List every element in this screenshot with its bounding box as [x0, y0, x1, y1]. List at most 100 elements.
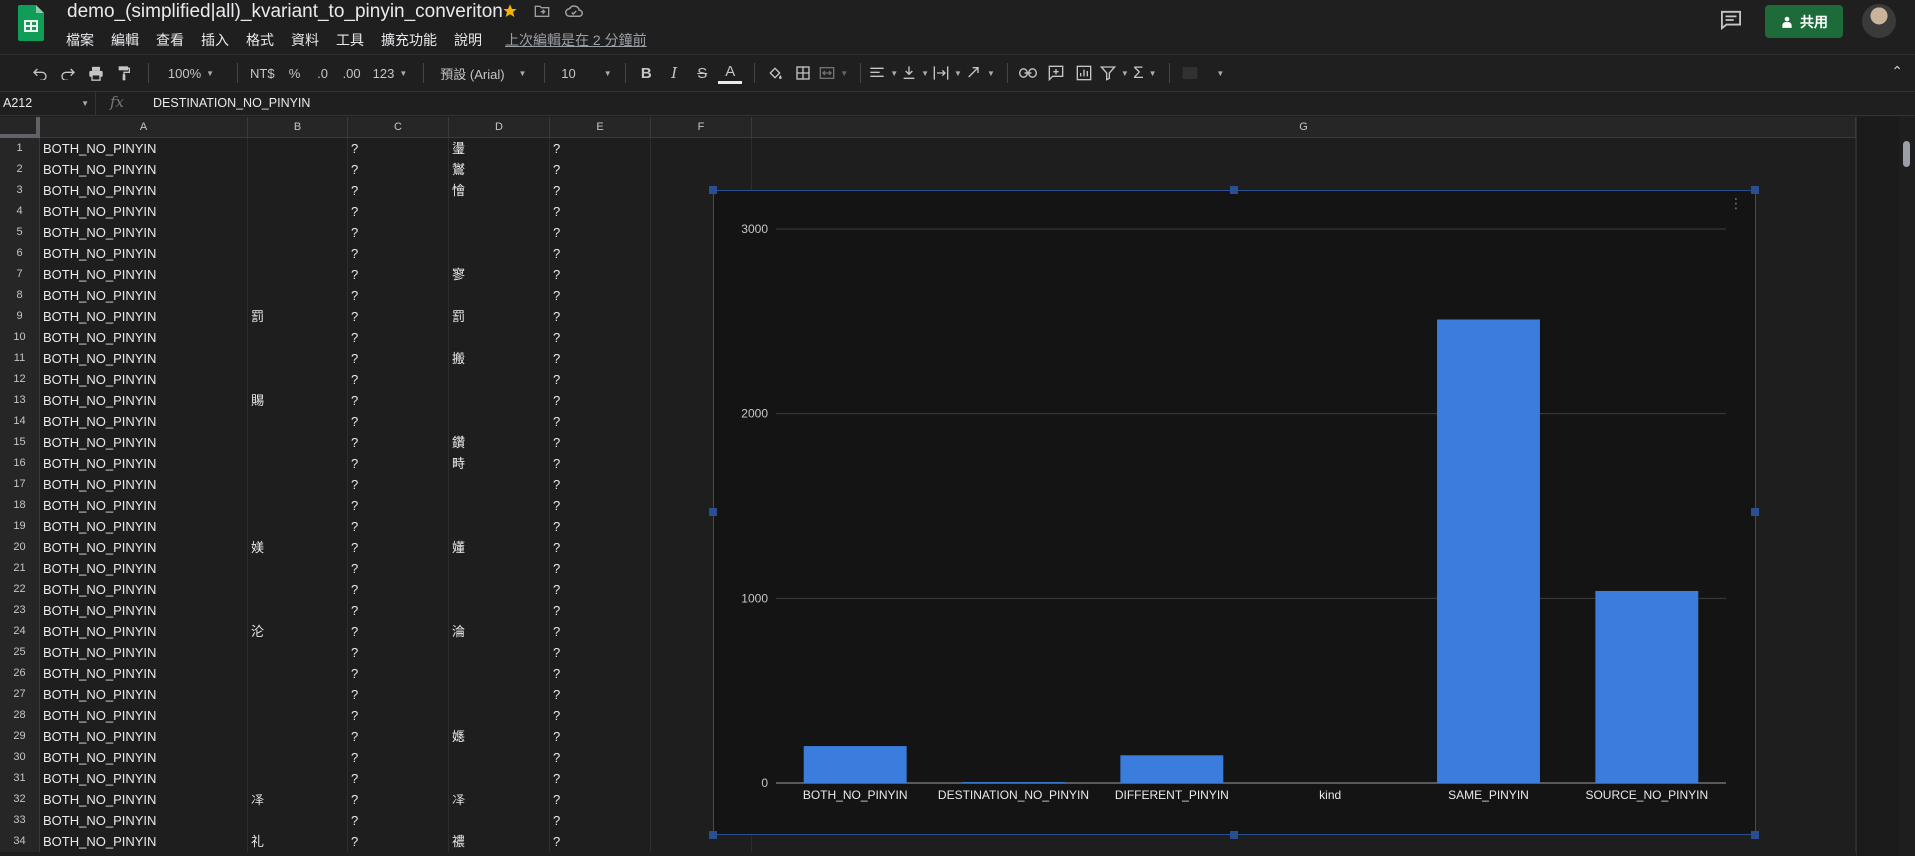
cell-d[interactable]: 禯	[449, 831, 550, 852]
cell-e[interactable]: ?	[550, 579, 651, 600]
cell-c[interactable]: ?	[348, 348, 449, 369]
cell-b[interactable]: 𪞒	[248, 516, 348, 537]
cell-a[interactable]: BOTH_NO_PINYIN	[40, 516, 248, 537]
cell-a[interactable]: BOTH_NO_PINYIN	[40, 558, 248, 579]
cell-b[interactable]: 𪞜	[248, 768, 348, 789]
empty-cell[interactable]	[651, 138, 752, 159]
cell-e[interactable]: ?	[550, 222, 651, 243]
column-header-a[interactable]: A	[40, 117, 248, 138]
row-number[interactable]: 25	[0, 642, 40, 663]
functions-icon[interactable]: Σ ▼	[1133, 59, 1157, 87]
strikethrough-button[interactable]: S	[690, 59, 714, 87]
cell-c[interactable]: ?	[348, 537, 449, 558]
empty-cell[interactable]	[651, 159, 752, 180]
cell-e[interactable]: ?	[550, 243, 651, 264]
star-icon[interactable]	[500, 1, 520, 21]
cell-c[interactable]: ?	[348, 201, 449, 222]
cell-c[interactable]: ?	[348, 516, 449, 537]
cell-c[interactable]: ?	[348, 327, 449, 348]
cell-a[interactable]: BOTH_NO_PINYIN	[40, 138, 248, 159]
row-number[interactable]: 34	[0, 831, 40, 852]
cell-d[interactable]: 鸑	[449, 159, 550, 180]
row-number[interactable]: 20	[0, 537, 40, 558]
cell-c[interactable]: ?	[348, 810, 449, 831]
row-number[interactable]: 28	[0, 705, 40, 726]
row-number[interactable]: 21	[0, 558, 40, 579]
cell-e[interactable]: ?	[550, 600, 651, 621]
cell-b[interactable]: 𪞞	[248, 810, 348, 831]
merge-cells-icon[interactable]: ▼	[819, 59, 848, 87]
resize-handle[interactable]	[1751, 831, 1759, 839]
cell-e[interactable]: ?	[550, 306, 651, 327]
menu-tools[interactable]: 工具	[336, 30, 371, 50]
insert-chart-icon[interactable]	[1072, 59, 1096, 87]
borders-icon[interactable]	[791, 59, 815, 87]
cell-a[interactable]: BOTH_NO_PINYIN	[40, 579, 248, 600]
share-button[interactable]: 共用	[1765, 5, 1843, 38]
cell-d[interactable]: 嬞	[449, 537, 550, 558]
row-number[interactable]: 16	[0, 453, 40, 474]
cell-b[interactable]: 𪞇	[248, 264, 348, 285]
cell-d[interactable]: 𪞞	[449, 810, 550, 831]
cell-e[interactable]: ?	[550, 474, 651, 495]
resize-handle[interactable]	[709, 831, 717, 839]
cell-b[interactable]: 沦	[248, 621, 348, 642]
cell-c[interactable]: ?	[348, 600, 449, 621]
row-number[interactable]: 22	[0, 579, 40, 600]
menu-view[interactable]: 查看	[156, 30, 191, 50]
cell-d[interactable]: 淪	[449, 621, 550, 642]
menu-edit[interactable]: 編輯	[111, 30, 146, 50]
cell-d[interactable]: 𪞝	[449, 789, 550, 810]
percent-format-button[interactable]: %	[283, 59, 307, 87]
row-number[interactable]: 24	[0, 621, 40, 642]
cell-c[interactable]: ?	[348, 222, 449, 243]
vertical-align-icon[interactable]: ▼	[902, 59, 929, 87]
cell-e[interactable]: ?	[550, 747, 651, 768]
empty-cell[interactable]	[752, 138, 1856, 159]
cell-a[interactable]: BOTH_NO_PINYIN	[40, 348, 248, 369]
cell-e[interactable]: ?	[550, 831, 651, 852]
cell-e[interactable]: ?	[550, 621, 651, 642]
cell-e[interactable]: ?	[550, 411, 651, 432]
cell-e[interactable]: ?	[550, 495, 651, 516]
cloud-status-icon[interactable]	[564, 1, 584, 21]
menu-data[interactable]: 資料	[291, 30, 326, 50]
comments-icon[interactable]	[1720, 10, 1746, 32]
cell-e[interactable]: ?	[550, 138, 651, 159]
bar-chart[interactable]: 0 1000 2000 3000 BOTH_NO_PINYIN DESTINATION_N…	[713, 190, 1756, 835]
cell-e[interactable]: ?	[550, 159, 651, 180]
cell-b[interactable]: 𪞚	[248, 726, 348, 747]
cell-d[interactable]: 𪞒	[449, 516, 550, 537]
cell-d[interactable]: 搬	[449, 348, 550, 369]
cell-c[interactable]: ?	[348, 684, 449, 705]
cell-a[interactable]: BOTH_NO_PINYIN	[40, 684, 248, 705]
cell-b[interactable]: 𪞋	[248, 369, 348, 390]
more-formats-select[interactable]: 123 ▼	[369, 59, 412, 87]
cell-d[interactable]: 罰	[449, 306, 550, 327]
column-header-g[interactable]: G	[752, 117, 1856, 138]
cell-c[interactable]: ?	[348, 243, 449, 264]
cell-a[interactable]: BOTH_NO_PINYIN	[40, 621, 248, 642]
row-number[interactable]: 14	[0, 411, 40, 432]
decrease-decimal-button[interactable]: .0	[311, 59, 335, 87]
cell-b[interactable]: 罰	[248, 306, 348, 327]
chart-menu-icon[interactable]: ⋮	[1729, 195, 1743, 212]
avatar[interactable]	[1862, 4, 1896, 38]
cell-a[interactable]: BOTH_NO_PINYIN	[40, 369, 248, 390]
cell-a[interactable]: BOTH_NO_PINYIN	[40, 411, 248, 432]
cell-b[interactable]: 𪞃	[248, 180, 348, 201]
row-number[interactable]: 30	[0, 747, 40, 768]
zoom-select[interactable]: 100% ▼	[157, 59, 225, 87]
cell-d[interactable]: 鑽	[449, 432, 550, 453]
menu-help[interactable]: 說明	[454, 30, 489, 50]
cell-e[interactable]: ?	[550, 663, 651, 684]
resize-handle[interactable]	[1751, 186, 1759, 194]
cell-c[interactable]: ?	[348, 642, 449, 663]
cell-e[interactable]: ?	[550, 537, 651, 558]
cell-a[interactable]: BOTH_NO_PINYIN	[40, 537, 248, 558]
cell-c[interactable]: ?	[348, 747, 449, 768]
column-header-c[interactable]: C	[348, 117, 449, 138]
cell-a[interactable]: BOTH_NO_PINYIN	[40, 222, 248, 243]
cell-a[interactable]: BOTH_NO_PINYIN	[40, 705, 248, 726]
cell-c[interactable]: ?	[348, 705, 449, 726]
